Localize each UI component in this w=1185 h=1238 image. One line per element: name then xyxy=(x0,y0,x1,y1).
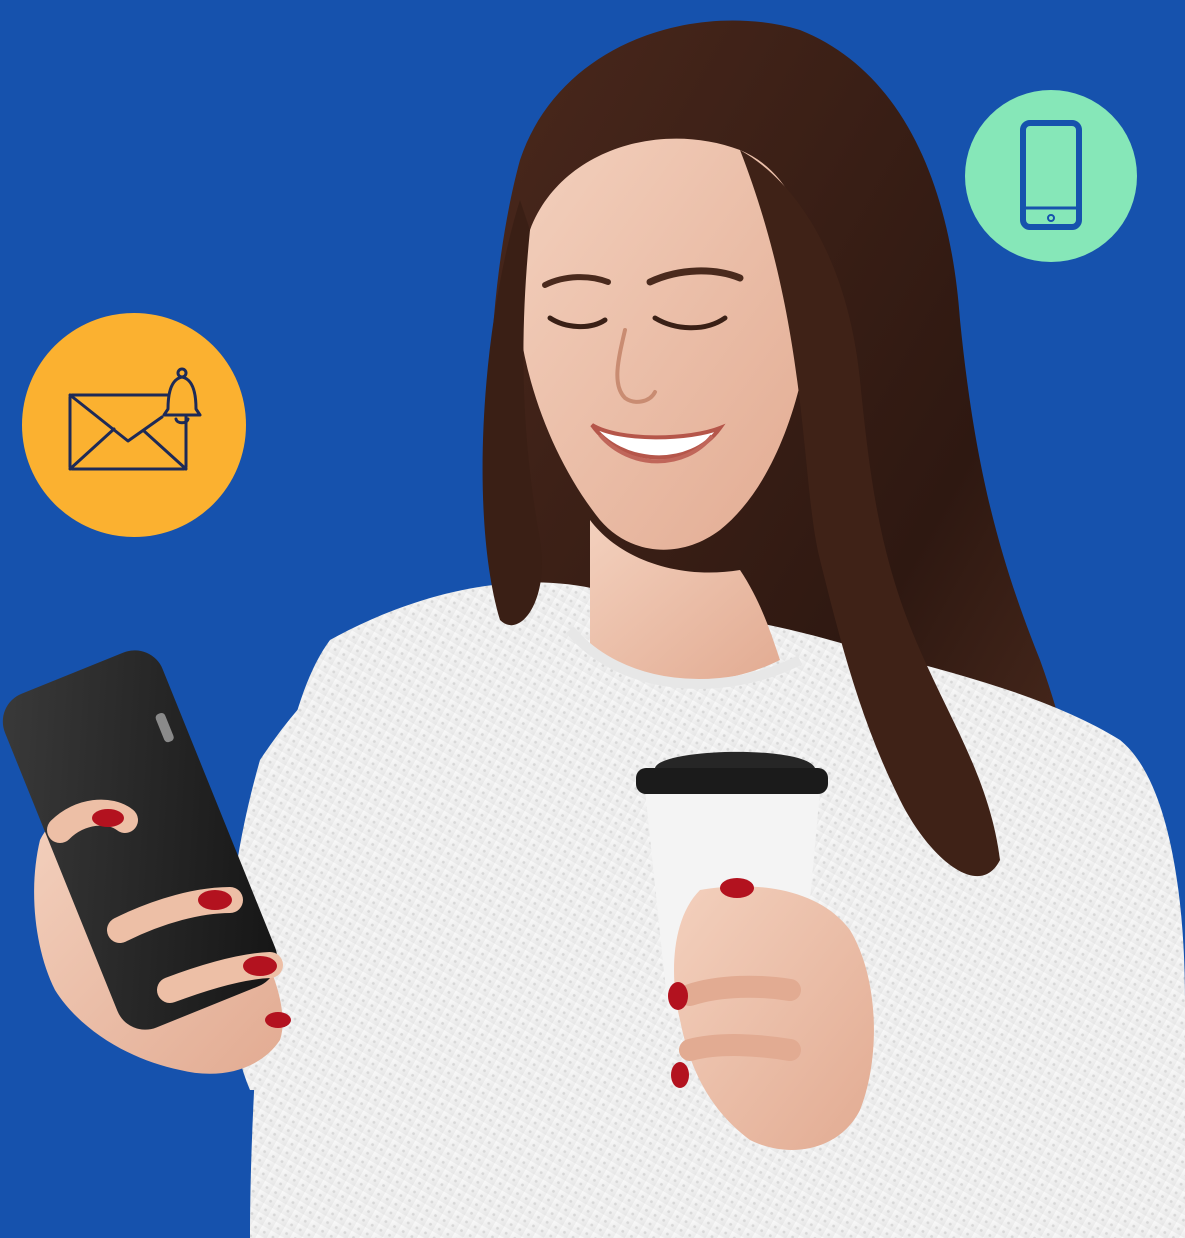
hero-canvas xyxy=(0,0,1185,1238)
sweater-right-sleeve xyxy=(960,700,1185,1238)
nail xyxy=(671,1062,689,1088)
nail xyxy=(243,956,277,976)
nail xyxy=(720,878,754,898)
nail xyxy=(265,1012,291,1028)
right-finger-2 xyxy=(679,1034,801,1061)
nail xyxy=(668,982,688,1010)
woman-photo xyxy=(2,20,1185,1238)
nail xyxy=(92,809,124,827)
coffee-cup-lid xyxy=(636,768,828,794)
right-finger-1 xyxy=(679,975,801,1006)
nail xyxy=(198,890,232,910)
